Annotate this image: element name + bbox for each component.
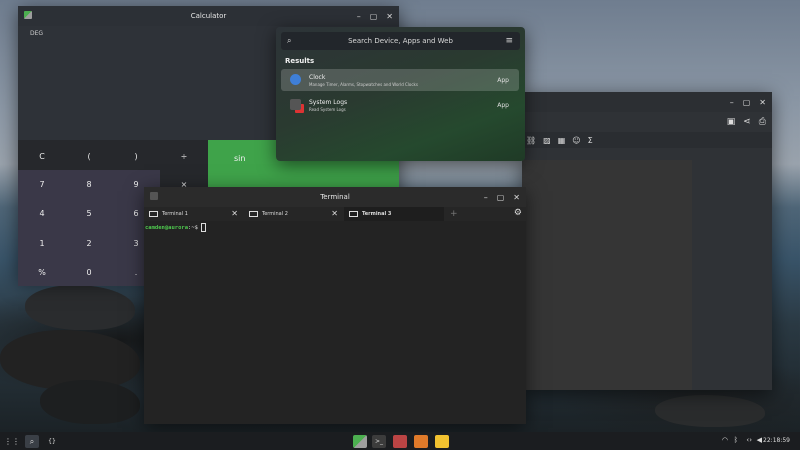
print-icon[interactable]: ⎙ <box>759 117 766 127</box>
tab-terminal-3[interactable]: Terminal 3 <box>344 207 444 221</box>
window-title: Calculator <box>190 12 227 20</box>
tab-label: Terminal 1 <box>162 211 188 217</box>
result-subtitle: Read System Logs <box>309 107 346 112</box>
volume-icon[interactable]: ◀ <box>757 436 762 444</box>
laptop-icon <box>349 211 358 217</box>
settings-icon[interactable]: ⚙ <box>514 208 522 218</box>
taskbar-calculator-icon[interactable] <box>353 435 367 448</box>
clock-label[interactable]: 22:18:59 <box>763 437 790 444</box>
result-title: Clock <box>309 74 326 81</box>
network-icon[interactable]: ‹› <box>746 436 752 444</box>
menu-icon[interactable]: ≡ <box>505 36 513 46</box>
tab-terminal-2[interactable]: Terminal 2 ✕ <box>244 207 344 221</box>
search-bar[interactable]: ⌕ Search Device, Apps and Web ≡ <box>281 32 520 50</box>
key-8[interactable]: 8 <box>65 170 113 198</box>
prompt-user: camden@aurora <box>145 225 189 231</box>
sin-button[interactable]: sin <box>234 154 245 163</box>
angle-mode-label[interactable]: DEG <box>30 30 43 37</box>
divide-button[interactable]: ÷ <box>160 142 208 170</box>
result-badge: App <box>497 102 509 109</box>
maximize-icon[interactable]: ▢ <box>370 12 378 21</box>
search-input[interactable]: Search Device, Apps and Web <box>281 37 520 45</box>
sigma-icon[interactable]: Σ <box>588 136 593 145</box>
tab-label: Terminal 3 <box>362 211 392 217</box>
minimize-icon[interactable]: – <box>357 12 361 21</box>
key-7[interactable]: 7 <box>18 170 66 198</box>
terminal-prompt[interactable]: camden@aurora:~$ <box>145 223 207 232</box>
wallpaper-rock <box>40 380 140 424</box>
document-titlebar[interactable]: – ▢ ✕ <box>522 92 772 112</box>
close-tab-icon[interactable]: ✕ <box>331 209 338 218</box>
close-icon[interactable]: ✕ <box>759 98 766 107</box>
taskbar-notes-icon[interactable] <box>435 435 449 448</box>
search-icon: ⌕ <box>287 36 292 45</box>
window-title: Terminal <box>320 193 350 201</box>
clear-button[interactable]: C <box>18 142 66 170</box>
tab-terminal-1[interactable]: Terminal 1 ✕ <box>144 207 244 221</box>
key-0[interactable]: 0 <box>65 258 113 286</box>
close-paren-button[interactable]: ) <box>112 142 160 170</box>
clock-icon <box>290 74 301 85</box>
terminal-window[interactable]: Terminal – ▢ ✕ Terminal 1 ✕ Terminal 2 ✕… <box>144 187 526 424</box>
terminal-cursor <box>201 223 207 232</box>
save-icon[interactable]: ▣ <box>727 117 736 127</box>
wifi-icon[interactable]: ◠ <box>722 436 728 444</box>
close-icon[interactable]: ✕ <box>513 193 520 202</box>
key-1[interactable]: 1 <box>18 229 66 257</box>
bluetooth-icon[interactable]: ᛒ <box>734 436 738 444</box>
taskbar-terminal-icon[interactable]: >_ <box>372 435 386 448</box>
close-icon[interactable]: ✕ <box>386 12 393 21</box>
share-icon[interactable]: ⋖ <box>743 117 751 127</box>
close-tab-icon[interactable]: ✕ <box>231 209 238 218</box>
document-page[interactable] <box>522 160 692 390</box>
minimize-icon[interactable]: – <box>484 193 488 202</box>
prompt-path: :~$ <box>188 225 198 231</box>
taskbar-system-logs-icon[interactable] <box>414 435 428 448</box>
result-item-clock[interactable]: Clock Manage Timer, Alarms, Stopwatches … <box>281 69 519 91</box>
wallpaper-rock <box>655 395 765 427</box>
document-window[interactable]: – ▢ ✕ ▣ ⋖ ⎙ ⛓ ▨ ▦ ☺ Σ <box>522 92 772 390</box>
key-4[interactable]: 4 <box>18 199 66 227</box>
search-launcher: ⌕ Search Device, Apps and Web ≡ Results … <box>276 27 525 161</box>
percent-button[interactable]: % <box>18 258 66 286</box>
maximize-icon[interactable]: ▢ <box>497 193 505 202</box>
link-icon[interactable]: ⛓ <box>526 136 536 145</box>
table-icon[interactable]: ▦ <box>558 136 566 145</box>
terminal-app-icon <box>150 192 158 200</box>
calculator-titlebar[interactable]: Calculator – ▢ ✕ <box>18 6 399 26</box>
result-item-system-logs[interactable]: System Logs Read System Logs App <box>281 94 519 116</box>
key-2[interactable]: 2 <box>65 229 113 257</box>
taskbar-documents-icon[interactable] <box>393 435 407 448</box>
result-subtitle: Manage Timer, Alarms, Stopwatches and Wo… <box>309 82 418 87</box>
image-icon[interactable]: ▨ <box>543 136 551 145</box>
app-grid-icon[interactable]: ⋮⋮ <box>4 435 20 448</box>
result-badge: App <box>497 77 509 84</box>
open-paren-button[interactable]: ( <box>65 142 113 170</box>
tab-label: Terminal 2 <box>262 211 288 217</box>
system-logs-icon <box>290 99 301 110</box>
terminal-titlebar[interactable]: Terminal – ▢ ✕ <box>144 187 526 207</box>
taskbar: ⋮⋮ ⌕ {} >_ ◠ ᛒ ‹› ◀ 22:18:59 <box>0 432 800 450</box>
code-icon[interactable]: {} <box>45 435 59 448</box>
result-title: System Logs <box>309 99 348 106</box>
minimize-icon[interactable]: – <box>730 98 734 107</box>
terminal-tab-bar: Terminal 1 ✕ Terminal 2 ✕ Terminal 3 + ⚙ <box>144 207 526 221</box>
laptop-icon <box>249 211 258 217</box>
laptop-icon <box>149 211 158 217</box>
emoji-icon[interactable]: ☺ <box>572 136 580 145</box>
new-tab-button[interactable]: + <box>450 209 458 219</box>
number-pad: 7 8 9 4 5 6 1 2 3 % 0 . <box>18 170 160 286</box>
search-icon[interactable]: ⌕ <box>25 435 39 448</box>
results-heading: Results <box>285 57 315 65</box>
maximize-icon[interactable]: ▢ <box>743 98 751 107</box>
calculator-app-icon <box>24 11 32 19</box>
document-toolbar: ▣ ⋖ ⎙ <box>522 112 772 132</box>
key-5[interactable]: 5 <box>65 199 113 227</box>
insert-toolbar: ⛓ ▨ ▦ ☺ Σ <box>522 132 772 148</box>
